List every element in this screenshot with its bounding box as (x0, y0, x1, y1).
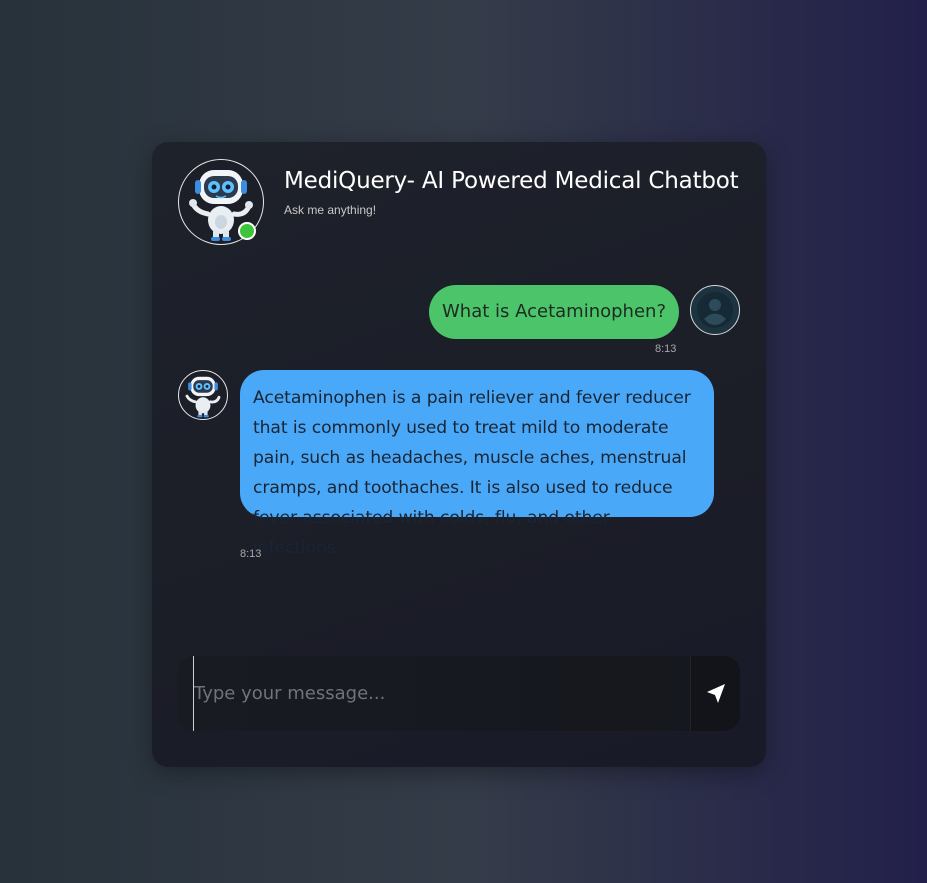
online-status-indicator (238, 222, 256, 240)
message-input[interactable] (193, 656, 684, 731)
robot-mascot-icon (178, 370, 228, 420)
send-arrow-icon (707, 683, 725, 703)
chat-title: MediQuery- AI Powered Medical Chatbot (284, 168, 739, 194)
user-message-bubble: What is Acetaminophen? (429, 285, 679, 339)
chat-subtitle: Ask me anything! (284, 203, 377, 217)
user-silhouette-icon (690, 285, 740, 335)
chat-window: MediQuery- AI Powered Medical Chatbot As… (152, 142, 766, 767)
send-button[interactable] (690, 656, 740, 731)
message-timestamp: 8:13 (240, 548, 262, 560)
bot-message-bubble: Acetaminophen is a pain reliever and fev… (240, 370, 714, 558)
message-timestamp: 8:13 (655, 343, 677, 355)
message-composer (178, 656, 740, 731)
